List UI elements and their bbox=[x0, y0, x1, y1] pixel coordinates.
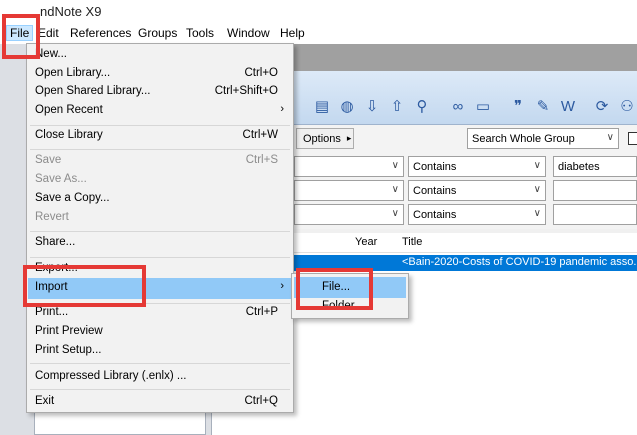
menu-item-open-recent[interactable]: Open Recent › bbox=[28, 101, 292, 122]
word-icon[interactable]: W bbox=[558, 96, 578, 116]
chevron-down-icon: ∨ bbox=[533, 208, 541, 219]
reference-title: <Bain-2020-Costs of COVID-19 pandemic as… bbox=[402, 256, 637, 268]
annotation-box-file-import bbox=[296, 268, 373, 310]
options-button[interactable]: Options ▸ bbox=[296, 128, 354, 149]
search-term-input-1[interactable]: diabetes bbox=[553, 156, 637, 177]
menu-edit[interactable]: Edit bbox=[38, 26, 59, 40]
match-case-checkbox[interactable] bbox=[628, 132, 637, 145]
menu-groups[interactable]: Groups bbox=[138, 26, 177, 40]
window-title: ndNote X9 bbox=[40, 4, 102, 19]
options-arrow-icon: ▸ bbox=[346, 133, 352, 143]
search-scope-select[interactable]: Search Whole Group ∨ bbox=[467, 128, 619, 149]
edit-icon[interactable]: ✎ bbox=[533, 96, 553, 116]
field-select-1[interactable]: ∨ bbox=[294, 156, 404, 177]
menu-references[interactable]: References bbox=[70, 26, 131, 40]
column-title[interactable]: Title bbox=[402, 236, 422, 248]
link-icon[interactable]: ∞ bbox=[448, 96, 468, 116]
online-search-icon[interactable]: ◍ bbox=[337, 96, 357, 116]
operator-value-3: Contains bbox=[413, 208, 457, 221]
chevron-right-icon: › bbox=[280, 280, 284, 292]
chevron-right-icon: › bbox=[280, 103, 284, 115]
chevron-down-icon: ∨ bbox=[533, 184, 541, 195]
search-scope-value: Search Whole Group bbox=[472, 132, 575, 145]
menu-item-compressed-library[interactable]: Compressed Library (.enlx) ... bbox=[28, 367, 292, 388]
search-term-value-1: diabetes bbox=[558, 160, 600, 173]
menu-item-save[interactable]: Save Ctrl+S bbox=[28, 151, 292, 172]
chevron-down-icon: ∨ bbox=[391, 160, 399, 171]
menu-item-print-setup[interactable]: Print Setup... bbox=[28, 341, 292, 362]
chevron-down-icon: ∨ bbox=[606, 132, 614, 143]
column-year[interactable]: Year bbox=[355, 236, 377, 248]
menu-item-exit[interactable]: Exit Ctrl+Q bbox=[28, 392, 292, 413]
operator-value-2: Contains bbox=[413, 184, 457, 197]
menu-window[interactable]: Window bbox=[227, 26, 270, 40]
options-label: Options bbox=[303, 132, 341, 145]
sync-icon[interactable]: ⟳ bbox=[592, 96, 612, 116]
chevron-down-icon: ∨ bbox=[533, 160, 541, 171]
annotation-box-file-menu bbox=[2, 14, 40, 59]
menu-separator bbox=[30, 257, 290, 258]
menu-separator bbox=[30, 389, 290, 390]
share-user-icon[interactable]: ⚇ bbox=[617, 96, 637, 116]
search-term-input-2[interactable] bbox=[553, 180, 637, 201]
folder-icon[interactable]: ▭ bbox=[473, 96, 493, 116]
insert-citation-icon[interactable]: ▤ bbox=[312, 96, 332, 116]
annotation-box-import bbox=[23, 265, 146, 307]
field-select-3[interactable]: ∨ bbox=[294, 204, 404, 225]
chevron-down-icon: ∨ bbox=[391, 208, 399, 219]
operator-select-3[interactable]: Contains ∨ bbox=[408, 204, 546, 225]
menu-separator bbox=[30, 363, 290, 364]
menu-item-share[interactable]: Share... bbox=[28, 233, 292, 254]
operator-select-1[interactable]: Contains ∨ bbox=[408, 156, 546, 177]
menu-item-save-as[interactable]: Save As... bbox=[28, 170, 292, 191]
menu-item-new[interactable]: New... bbox=[28, 45, 292, 66]
menu-separator bbox=[30, 149, 290, 150]
file-menu: New... Open Library... Ctrl+O Open Share… bbox=[26, 43, 294, 413]
find-fulltext-icon[interactable]: ⚲ bbox=[412, 96, 432, 116]
menu-item-revert[interactable]: Revert bbox=[28, 208, 292, 229]
search-term-input-3[interactable] bbox=[553, 204, 637, 225]
field-select-2[interactable]: ∨ bbox=[294, 180, 404, 201]
menu-separator bbox=[30, 231, 290, 232]
quote-icon[interactable]: ❞ bbox=[508, 96, 528, 116]
operator-select-2[interactable]: Contains ∨ bbox=[408, 180, 546, 201]
export-icon[interactable]: ⇧ bbox=[387, 96, 407, 116]
menu-tools[interactable]: Tools bbox=[186, 26, 214, 40]
import-icon[interactable]: ⇩ bbox=[362, 96, 382, 116]
menu-bar: File Edit References Groups Tools Window… bbox=[0, 24, 637, 44]
chevron-down-icon: ∨ bbox=[391, 184, 399, 195]
menu-item-close-library[interactable]: Close Library Ctrl+W bbox=[28, 126, 292, 147]
title-bar: ndNote X9 bbox=[0, 0, 637, 24]
menu-item-open-shared-library[interactable]: Open Shared Library... Ctrl+Shift+O bbox=[28, 82, 292, 103]
menu-item-save-a-copy[interactable]: Save a Copy... bbox=[28, 189, 292, 210]
operator-value-1: Contains bbox=[413, 160, 457, 173]
menu-item-print-preview[interactable]: Print Preview bbox=[28, 322, 292, 343]
menu-help[interactable]: Help bbox=[280, 26, 305, 40]
